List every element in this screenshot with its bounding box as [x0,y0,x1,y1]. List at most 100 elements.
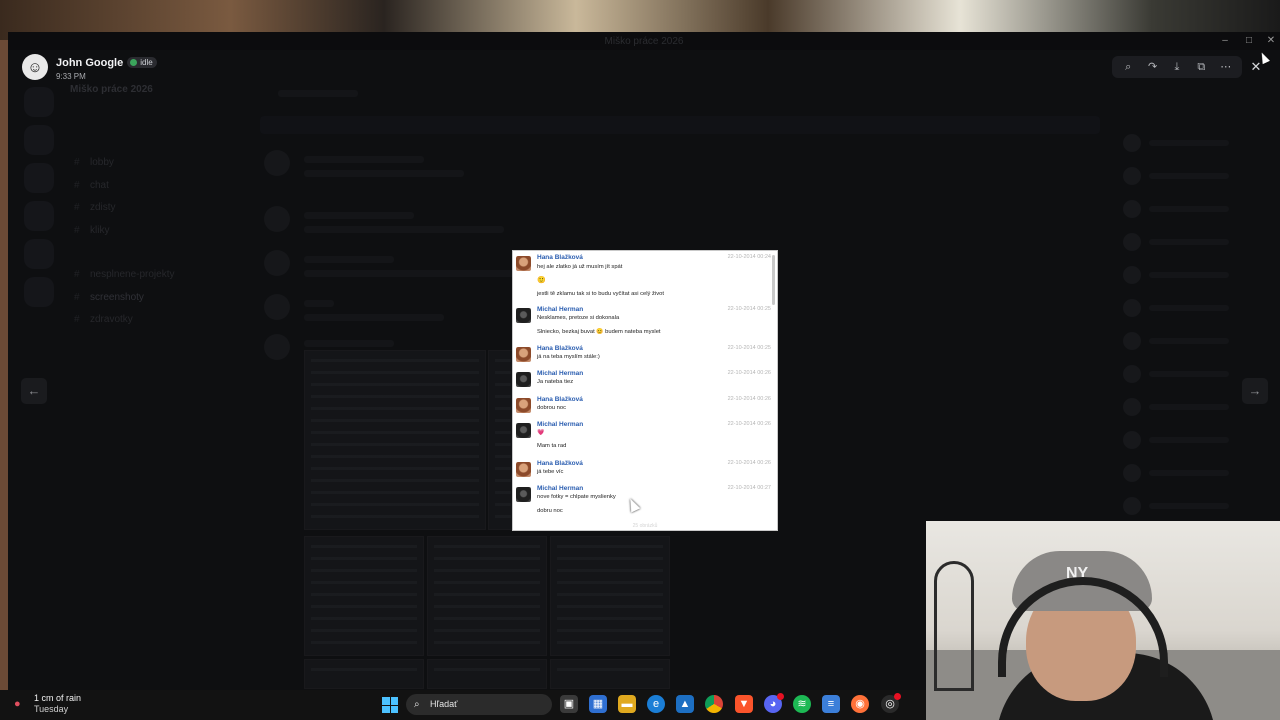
avatar [516,462,531,477]
file-explorer-icon[interactable]: ▬ [618,695,636,713]
author-name[interactable]: John Google [56,57,123,69]
message-time: 22-10-2014 00:26 [727,396,771,402]
image-footer: 25 obrázků [632,523,658,529]
server-name[interactable]: Miško práce 2026 [70,84,260,95]
member-list [1123,132,1273,528]
attachment-thumbnail[interactable] [427,659,547,689]
message-time: 22-10-2014 00:27 [727,485,771,491]
more-icon[interactable]: ⋯ [1217,58,1235,76]
message-line: já tebe víc [537,469,564,475]
message-line: dobrou noc [537,405,567,411]
exercise-bike [934,561,974,691]
member-row[interactable] [1123,198,1273,220]
previous-image-button[interactable]: ← [21,378,47,404]
attachment-thumbnail[interactable] [304,659,424,689]
taskbar-search[interactable]: ⌕ Hľadať [406,694,552,715]
member-row[interactable] [1123,231,1273,253]
notice-bar [260,116,1100,134]
chat-message: Hana Blažková 22-10-2014 00:26 dobrou no… [513,396,777,418]
member-row[interactable] [1123,165,1273,187]
avatar [516,487,531,502]
viewer-author-header: ☺ John Google idle 9:33 PM [22,54,322,84]
start-icon[interactable] [382,697,398,713]
download-icon[interactable]: ⤓ [1168,58,1186,76]
attachment-thumbnail[interactable] [550,536,670,656]
viewed-image[interactable]: Hana Blažková 22-10-2014 00:24 hej ale z… [512,250,778,531]
message-line: jestli tě zklamu tak si to budu vyčítat … [537,291,664,297]
message-line: nove fotky = chlpate myslienky [537,494,616,500]
attachment-thumbnail[interactable] [304,536,424,656]
attachment-thumbnail[interactable] [427,536,547,656]
channel-chat[interactable]: chat [70,180,260,203]
message-time: 22-10-2014 00:24 [727,254,771,260]
member-row[interactable] [1123,264,1273,286]
member-row[interactable] [1123,462,1273,484]
channel-kliky[interactable]: kliky [70,225,260,248]
avatar[interactable]: ☺ [22,54,48,80]
avatar [516,347,531,362]
store-icon[interactable]: ▦ [589,695,607,713]
server-icon[interactable] [24,87,54,117]
server-icon[interactable] [24,125,54,155]
sender-name: Hana Blažková [537,396,583,403]
weather-icon[interactable]: ● [14,698,26,710]
attachment-thumbnail[interactable] [550,659,670,689]
minimize-button[interactable]: – [1214,34,1236,48]
chat-message: Hana Blažková 22-10-2014 00:24 hej ale z… [513,254,777,302]
window-title: Miško práce 2026 [604,36,684,47]
sender-name: Michal Herman [537,421,584,428]
member-row[interactable] [1123,429,1273,451]
channel-nesplnene-projekty[interactable]: nesplnene-projekty [70,269,260,292]
forward-icon[interactable]: ↷ [1144,58,1162,76]
chat-message: Hana Blažková 22-10-2014 00:26 já tebe v… [513,460,777,482]
weather-day[interactable]: Tuesday [34,704,68,714]
search-placeholder: Hľadať [430,699,458,709]
chat-message: Hana Blažková 22-10-2014 00:25 já na teb… [513,345,777,367]
message-line: Mam ta rad [537,443,567,449]
member-row[interactable] [1123,132,1273,154]
channel-screenshoty[interactable]: screenshoty [70,292,260,315]
edge-icon[interactable]: e [647,695,665,713]
channel-zdravotky[interactable]: zdravotky [70,314,260,337]
sender-name: Michal Herman [537,485,584,492]
weather-text[interactable]: 1 cm of rain [34,693,81,703]
zoom-icon[interactable]: ⌕ [1119,58,1137,76]
task-view-icon[interactable]: ▣ [560,695,578,713]
chrome-icon[interactable] [705,695,723,713]
member-row[interactable] [1123,330,1273,352]
member-row[interactable] [1123,495,1273,517]
sender-name: Hana Blažková [537,254,583,261]
chat-message: Michal Herman 22-10-2014 00:25 Nesklames… [513,306,777,340]
server-icon[interactable] [24,277,54,307]
channel-lobby[interactable]: lobby [70,157,260,180]
message-line: dobru noc [537,508,563,514]
message-line: já na teba myslím stále:) [537,354,600,360]
avatar [516,423,531,438]
server-rail [22,87,58,647]
message-time: 22-10-2014 00:25 [727,345,771,351]
viewer-toolbar: ⌕ ↷ ⤓ ⧉ ⋯ [1112,56,1242,78]
server-icon[interactable] [24,163,54,193]
photos-icon[interactable]: ▲ [676,695,694,713]
server-icon[interactable] [24,239,54,269]
spotify-icon[interactable]: ≋ [793,695,811,713]
channel-header [278,90,358,97]
next-image-button[interactable]: → [1242,378,1268,404]
brave-icon[interactable]: ▼ [735,695,753,713]
chat-message: Michal Herman 22-10-2014 00:26 Ja nateba… [513,370,777,392]
open-external-icon[interactable]: ⧉ [1192,58,1210,76]
notepad-icon[interactable]: ≡ [822,695,840,713]
avatar [516,398,531,413]
message-time: 22-10-2014 00:26 [727,460,771,466]
message-time: 22-10-2014 00:26 [727,370,771,376]
server-icon[interactable] [24,201,54,231]
maximize-button[interactable]: □ [1238,34,1260,48]
search-icon: ⌕ [414,699,420,710]
firefox-icon[interactable]: ◉ [851,695,869,713]
channel-zdisty[interactable]: zdisty [70,202,260,225]
attachment-thumbnail[interactable] [304,350,486,530]
window-close-button[interactable]: ✕ [1260,34,1280,48]
member-row[interactable] [1123,297,1273,319]
message-line: Slniecko, bezkaj buvat 😊 budem nateba my… [537,329,661,335]
message-timestamp: 9:33 PM [56,72,86,81]
